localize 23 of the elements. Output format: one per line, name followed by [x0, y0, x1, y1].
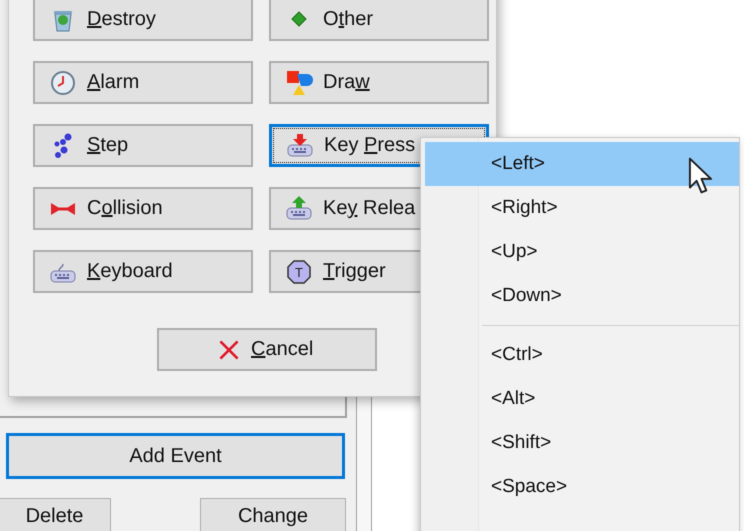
menu-item[interactable]: <Shift> [425, 421, 739, 465]
panel-button[interactable]: Delete [0, 498, 111, 531]
keyboard-down-arrow-icon [286, 132, 314, 160]
event-button[interactable]: Step [33, 124, 253, 167]
event-button[interactable]: Other [269, 0, 489, 41]
octagon-icon: T [285, 258, 313, 286]
menu-item[interactable]: <Space> [425, 465, 739, 509]
menu-item[interactable]: <Alt> [425, 377, 739, 421]
panel-button[interactable]: Change [200, 498, 346, 531]
event-button[interactable]: Keyboard [33, 250, 253, 293]
keyboard-up-arrow-icon [285, 194, 313, 222]
event-button[interactable]: Draw [269, 61, 489, 104]
event-button[interactable]: Alarm [33, 61, 253, 104]
event-button[interactable]: Collision [33, 187, 253, 230]
clock-icon [49, 68, 77, 96]
event-button[interactable]: Destroy [33, 0, 253, 41]
menu-item[interactable]: <Left> [425, 142, 739, 186]
menu-item[interactable]: <Ctrl> [425, 333, 739, 377]
close-icon [217, 338, 241, 362]
cancel-button[interactable]: Cancel [157, 328, 377, 371]
add-event-button[interactable]: Add Event [6, 433, 345, 479]
mouse-pointer-icon [688, 156, 713, 196]
shapes-icon [285, 68, 313, 96]
